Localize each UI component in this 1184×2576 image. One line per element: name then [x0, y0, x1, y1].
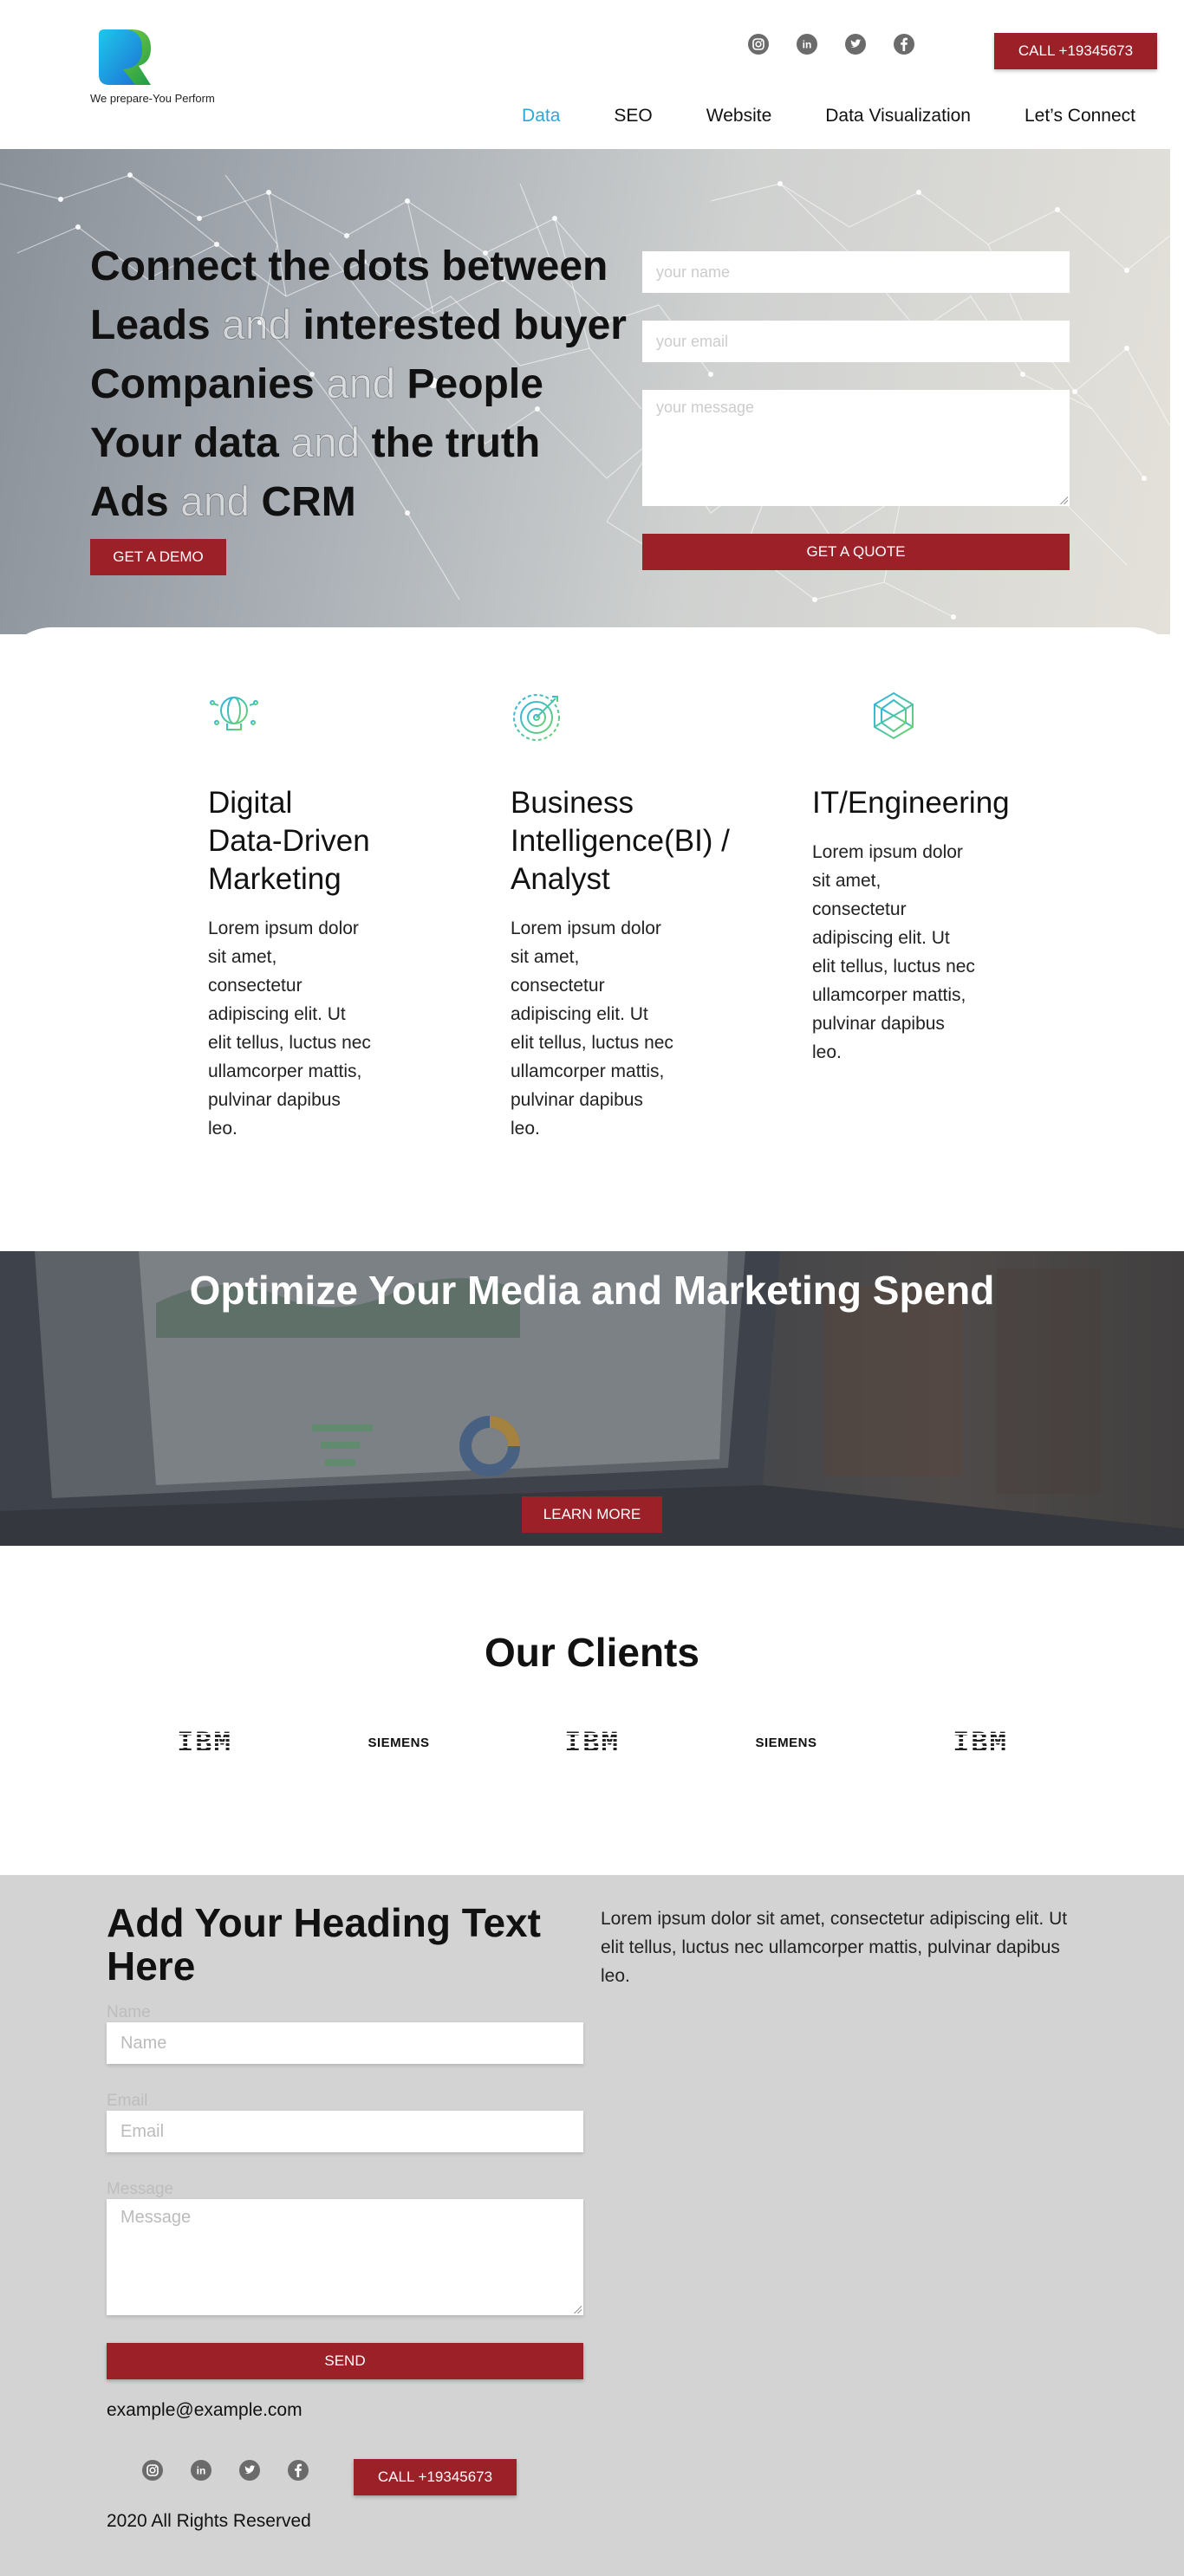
facebook-icon[interactable] [283, 2456, 313, 2485]
hero-line-text: Leads [90, 302, 211, 348]
page: We prepare-You Perform in CALL +19345673… [0, 0, 1184, 2576]
message-textarea[interactable]: your message [642, 390, 1070, 506]
nav-item-website[interactable]: Website [680, 106, 798, 127]
name-input[interactable]: your name [642, 251, 1070, 293]
hero-line-connector: and [290, 420, 361, 467]
svg-text:in: in [803, 39, 812, 51]
hero-line-text: People [407, 361, 543, 407]
hero-line-text: Your data [90, 420, 279, 466]
contact-paragraph: Lorem ipsum dolor sit amet, consectetur … [601, 1909, 1068, 1986]
svg-text:in: in [197, 2465, 206, 2477]
siemens-logo: SIEMENS [755, 1735, 817, 1750]
hero-line: Connect the dots between [90, 237, 627, 296]
nav-item-data-visualization[interactable]: Data Visualization [798, 106, 998, 127]
hero-line-text: Ads [90, 479, 169, 525]
contact-message-placeholder: Message [120, 2208, 192, 2227]
send-button[interactable]: SEND [107, 2343, 583, 2379]
service-card: Business Intelligence(BI) / Analyst Lore… [511, 688, 736, 1143]
footer-call-button[interactable]: CALL +19345673 [354, 2459, 517, 2495]
linkedin-icon[interactable]: in [186, 2456, 216, 2485]
twitter-icon[interactable] [841, 29, 870, 59]
contact-email-text[interactable]: example@example.com [107, 2400, 303, 2421]
client-logo: IBM [144, 1726, 265, 1759]
globe-icon [210, 697, 258, 734]
linkedin-icon[interactable]: in [792, 29, 822, 59]
service-card: IT/Engineering Lorem ipsum dolor sit ame… [812, 688, 1038, 1067]
hero-line-text: Companies [90, 361, 315, 407]
contact-message-textarea[interactable]: Message [107, 2199, 583, 2315]
hero-line-connector: and [326, 361, 396, 408]
client-logo: IBM [920, 1726, 1041, 1759]
client-logo: SIEMENS [725, 1729, 847, 1755]
instagram-icon[interactable] [744, 29, 773, 59]
ibm-logo: IBM [953, 1726, 1008, 1759]
email-label: Email [107, 2092, 148, 2110]
client-logo: SIEMENS [338, 1729, 459, 1755]
get-demo-button[interactable]: GET A DEMO [90, 539, 226, 575]
hero-line: Your data and the truth [90, 414, 627, 473]
service-title: Digital Data-Driven Marketing [208, 786, 370, 896]
ibm-logo: IBM [177, 1726, 232, 1759]
service-description: Lorem ipsum dolor sit amet, consectetur … [812, 842, 975, 1062]
clients-section: Our Clients IBM SIEMENS IBM SIEMENS IBM [0, 1546, 1184, 1875]
services-section: Digital Data-Driven Marketing Lorem ipsu… [0, 627, 1184, 1251]
copyright-text: 2020 All Rights Reserved [107, 2511, 311, 2531]
logo-tagline: We prepare-You Perform [90, 92, 215, 105]
target-icon [513, 694, 560, 741]
nav-item-data[interactable]: Data [495, 106, 587, 127]
nav-item-seo[interactable]: SEO [587, 106, 679, 127]
instagram-icon[interactable] [138, 2456, 167, 2485]
name-label: Name [107, 2003, 151, 2021]
resize-handle-icon[interactable] [1059, 496, 1068, 504]
banner-title: Optimize Your Media and Marketing Spend [189, 1268, 995, 1313]
email-input[interactable]: your email [642, 321, 1070, 362]
hero-line-connector: and [180, 479, 250, 526]
contact-name-input[interactable]: Name [107, 2022, 583, 2064]
service-description: Lorem ipsum dolor sit amet, consectetur … [208, 918, 371, 1139]
footer-social-links: in [138, 2456, 313, 2485]
hero-line: Ads and CRM [90, 473, 627, 532]
hero-line: Leads and interested buyer [90, 296, 627, 355]
quote-form: your name your email your message GET A … [642, 251, 1070, 570]
service-description: Lorem ipsum dolor sit amet, consectetur … [511, 918, 673, 1139]
optimize-banner: Optimize Your Media and Marketing Spend … [0, 1251, 1184, 1546]
nav-item-lets-connect[interactable]: Let’s Connect [998, 106, 1161, 127]
client-logo: IBM [531, 1726, 653, 1759]
message-placeholder: your message [656, 399, 755, 416]
twitter-icon[interactable] [235, 2456, 264, 2485]
call-button[interactable]: CALL +19345673 [994, 33, 1157, 69]
learn-more-button[interactable]: LEARN MORE [522, 1496, 662, 1533]
contact-section: Add Your Heading Text Here Lorem ipsum d… [0, 1875, 1184, 2576]
hero-headline: Connect the dots between Leads and inter… [90, 237, 627, 532]
get-quote-button[interactable]: GET A QUOTE [642, 534, 1070, 570]
contact-heading: Add Your Heading Text Here [107, 1900, 541, 1989]
hero-line-text: interested buyer [303, 302, 627, 348]
facebook-icon[interactable] [889, 29, 919, 59]
hexagon-network-icon [874, 691, 914, 740]
resize-handle-icon[interactable] [573, 2305, 582, 2313]
hero-line-text: CRM [261, 479, 356, 525]
service-title: IT/Engineering [812, 786, 1010, 820]
siemens-logo: SIEMENS [368, 1735, 430, 1750]
service-title: Business Intelligence(BI) / Analyst [511, 786, 730, 896]
hero-line-text: the truth [371, 420, 541, 466]
hero-line-text: Connect the dots between [90, 243, 608, 289]
hero-section: Connect the dots between Leads and inter… [0, 149, 1170, 634]
header-social-links: in [744, 29, 919, 59]
logo-icon [99, 29, 151, 85]
main-nav: Data SEO Website Data Visualization Let’… [495, 106, 1161, 127]
site-header: We prepare-You Perform in CALL +19345673… [0, 0, 1184, 149]
hero-line-connector: and [222, 302, 292, 349]
clients-title: Our Clients [485, 1630, 699, 1675]
hero-line: Companies and People [90, 355, 627, 414]
ibm-logo: IBM [564, 1726, 620, 1759]
service-card: Digital Data-Driven Marketing Lorem ipsu… [208, 688, 373, 1143]
contact-email-input[interactable]: Email [107, 2111, 583, 2152]
message-label: Message [107, 2180, 174, 2198]
